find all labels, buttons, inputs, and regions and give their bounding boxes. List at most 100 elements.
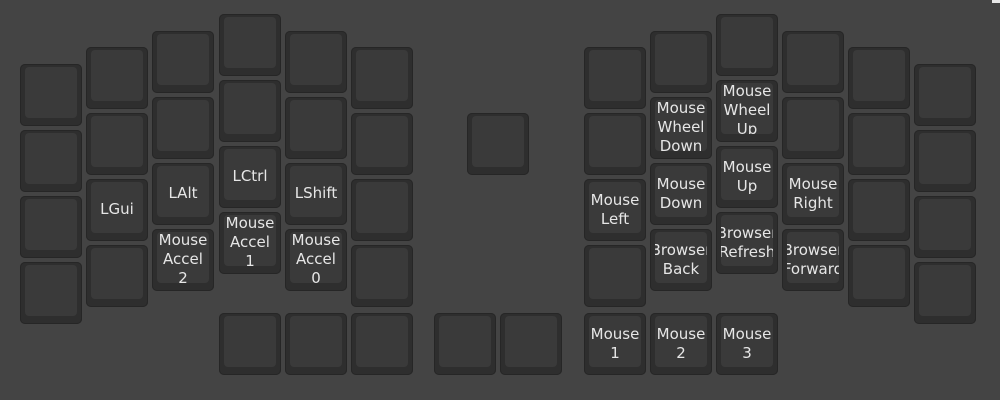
keycap-top <box>25 199 77 250</box>
left-half-key-c0-r3[interactable] <box>20 262 82 324</box>
left-half-key-c4-r2[interactable]: LShift <box>285 163 347 225</box>
left-half-key-c3-r1[interactable] <box>219 80 281 142</box>
keycap-top: Browser Refresh <box>721 215 773 266</box>
left-half-key-c2-r2[interactable]: LAlt <box>152 163 214 225</box>
left-half-key-c1-r2[interactable]: LGui <box>86 179 148 241</box>
left-half-key-c0-r1[interactable] <box>20 130 82 192</box>
keycap-top: Browser Forward <box>787 232 839 283</box>
key-legend: Mouse 1 <box>590 324 640 362</box>
right-half-key-c4-r0[interactable] <box>848 47 910 109</box>
keycap-top <box>356 316 408 367</box>
keycap-top <box>25 265 77 316</box>
right-half-key-c2-r2[interactable]: Mouse Up <box>716 146 778 208</box>
keycap-top <box>356 116 408 167</box>
left-half-key-c2-r1[interactable] <box>152 97 214 159</box>
left-half-thumb-key-1[interactable] <box>285 313 347 375</box>
left-half-key-c4-r3[interactable]: Mouse Accel 0 <box>285 229 347 291</box>
left-half-key-c3-r2[interactable]: LCtrl <box>219 146 281 208</box>
right-half-key-c5-r0[interactable] <box>914 64 976 126</box>
window-corner-mark <box>992 0 1000 3</box>
left-half-key-c3-r3[interactable]: Mouse Accel 1 <box>219 212 281 274</box>
right-half-key-c0-r0[interactable] <box>584 47 646 109</box>
left-half-thumb-key-0[interactable] <box>219 313 281 375</box>
keycap-top <box>787 34 839 85</box>
keycap-top: Mouse Wheel Up <box>721 83 773 134</box>
keycap-top <box>787 100 839 151</box>
keycap-top <box>721 17 773 68</box>
keycap-top <box>589 50 641 101</box>
right-half-key-c2-r1[interactable]: Mouse Wheel Up <box>716 80 778 142</box>
keycap-top <box>655 34 707 85</box>
keycap-top <box>589 248 641 299</box>
center-thumb-key-1[interactable] <box>500 313 562 375</box>
right-half-key-c1-r1[interactable]: Mouse Wheel Down <box>650 97 712 159</box>
right-half-key-c3-r3[interactable]: Browser Forward <box>782 229 844 291</box>
key-legend: Mouse 3 <box>722 324 772 362</box>
left-half-key-c5-r2[interactable] <box>351 179 413 241</box>
keycap-top: Mouse Left <box>589 182 641 233</box>
keycap-top: LShift <box>290 166 342 217</box>
right-half-key-c5-r1[interactable] <box>914 130 976 192</box>
left-half-key-c5-r3[interactable] <box>351 245 413 307</box>
keycap-top <box>439 316 491 367</box>
key-legend: Mouse Down <box>656 174 706 212</box>
keycap-top <box>919 67 971 118</box>
right-half-key-c3-r2[interactable]: Mouse Right <box>782 163 844 225</box>
left-half-key-c3-r0[interactable] <box>219 14 281 76</box>
right-half-key-c0-r1[interactable] <box>584 113 646 175</box>
keycap-top <box>290 100 342 151</box>
keycap-top: Mouse Accel 1 <box>224 215 276 266</box>
keycap-top: LGui <box>91 182 143 233</box>
keycap-top: Mouse Wheel Down <box>655 100 707 151</box>
keycap-top <box>853 182 905 233</box>
left-half-key-c1-r0[interactable] <box>86 47 148 109</box>
left-half-key-c0-r0[interactable] <box>20 64 82 126</box>
right-half-key-c5-r3[interactable] <box>914 262 976 324</box>
right-half-key-c2-r3[interactable]: Browser Refresh <box>716 212 778 274</box>
key-legend: LShift <box>294 184 338 202</box>
left-half-thumb-key-2[interactable] <box>351 313 413 375</box>
right-half-key-c4-r2[interactable] <box>848 179 910 241</box>
keycap-top <box>472 116 524 167</box>
right-half-key-c3-r0[interactable] <box>782 31 844 93</box>
left-half-key-c5-r0[interactable] <box>351 47 413 109</box>
keycap-top <box>224 17 276 68</box>
keycap-top: LCtrl <box>224 149 276 200</box>
keycap-top <box>91 50 143 101</box>
right-half-key-c0-r2[interactable]: Mouse Left <box>584 179 646 241</box>
right-half-key-c4-r1[interactable] <box>848 113 910 175</box>
keycap-top <box>919 133 971 184</box>
right-half-key-c1-r2[interactable]: Mouse Down <box>650 163 712 225</box>
right-half-thumb-key-2[interactable]: Mouse 3 <box>716 313 778 375</box>
key-legend: Mouse Accel 0 <box>291 232 341 283</box>
left-half-key-c5-r1[interactable] <box>351 113 413 175</box>
right-half-thumb-key-1[interactable]: Mouse 2 <box>650 313 712 375</box>
right-half-key-c2-r0[interactable] <box>716 14 778 76</box>
left-half-key-c2-r3[interactable]: Mouse Accel 2 <box>152 229 214 291</box>
key-legend: LGui <box>100 200 134 218</box>
key-legend: Browser Back <box>655 240 707 278</box>
left-half-key-c4-r1[interactable] <box>285 97 347 159</box>
left-half-key-c1-r1[interactable] <box>86 113 148 175</box>
left-half-key-c0-r2[interactable] <box>20 196 82 258</box>
center-thumb-key-0[interactable] <box>434 313 496 375</box>
center-key[interactable] <box>467 113 529 175</box>
right-half-key-c3-r1[interactable] <box>782 97 844 159</box>
right-half-key-c0-r3[interactable] <box>584 245 646 307</box>
key-legend: LCtrl <box>232 167 268 185</box>
keycap-top <box>356 182 408 233</box>
keycap-top <box>290 316 342 367</box>
key-legend: Mouse Accel 2 <box>158 232 208 283</box>
left-half-key-c1-r3[interactable] <box>86 245 148 307</box>
right-half-thumb-key-0[interactable]: Mouse 1 <box>584 313 646 375</box>
keycap-top <box>290 34 342 85</box>
left-half-key-c2-r0[interactable] <box>152 31 214 93</box>
right-half-key-c1-r3[interactable]: Browser Back <box>650 229 712 291</box>
right-half-key-c4-r3[interactable] <box>848 245 910 307</box>
key-legend: Browser Forward <box>787 240 839 278</box>
keycap-top: Mouse Right <box>787 166 839 217</box>
left-half-key-c4-r0[interactable] <box>285 31 347 93</box>
keycap-top <box>25 133 77 184</box>
right-half-key-c5-r2[interactable] <box>914 196 976 258</box>
right-half-key-c1-r0[interactable] <box>650 31 712 93</box>
